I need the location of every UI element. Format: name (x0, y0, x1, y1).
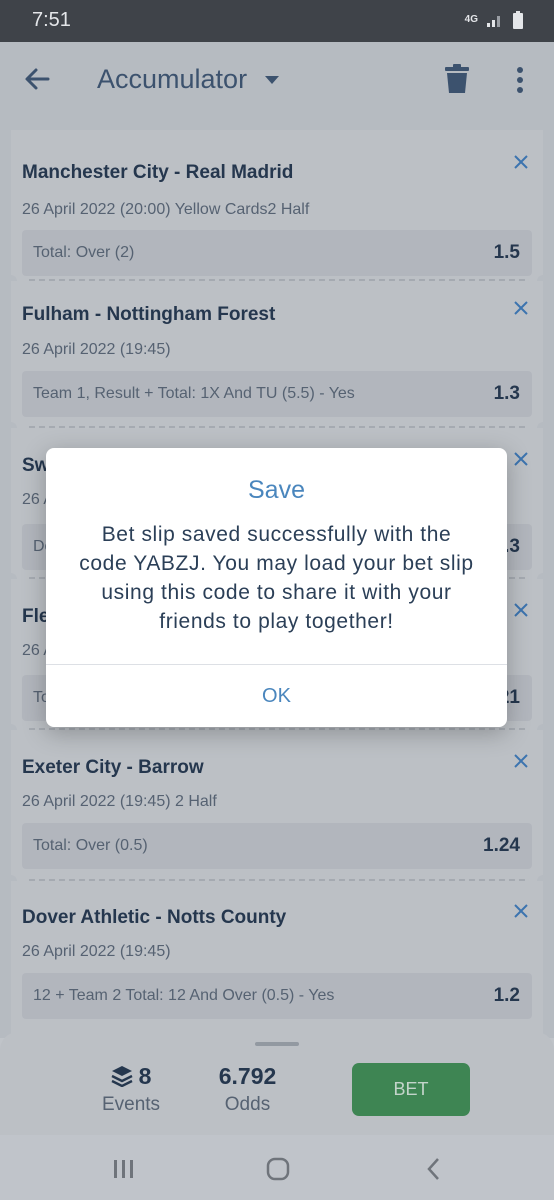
status-bar: 7:51 4G (0, 0, 554, 42)
ok-button[interactable]: OK (46, 665, 507, 727)
home-icon[interactable] (266, 1157, 290, 1181)
battery-icon (513, 11, 523, 29)
signal-icon (487, 16, 500, 27)
save-dialog: Save Bet slip saved successfully with th… (46, 448, 507, 727)
back-nav-icon[interactable] (426, 1157, 442, 1181)
status-icons: 4G (465, 11, 524, 29)
recent-apps-icon[interactable] (113, 1159, 135, 1179)
dialog-title: Save (248, 476, 305, 504)
dialog-message: Bet slip saved successfully with the cod… (79, 523, 474, 633)
network-type-label: 4G (464, 14, 478, 25)
status-time: 7:51 (32, 9, 71, 31)
system-nav-bar (0, 1135, 554, 1200)
